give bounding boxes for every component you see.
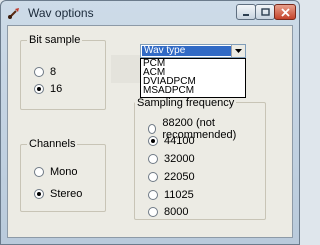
wav-type-dropdown-list: PCM ACM DVIADPCM MSADPCM <box>140 58 246 98</box>
radio-11025-indicator <box>148 190 158 200</box>
freq-32000-radio[interactable]: 32000 <box>148 153 195 165</box>
radio-22050-label: 22050 <box>164 171 195 183</box>
chevron-down-icon[interactable] <box>231 45 245 57</box>
radio-mono-label: Mono <box>50 166 78 178</box>
channels-mono-radio[interactable]: Mono <box>34 166 78 178</box>
channels-label: Channels <box>27 138 78 150</box>
radio-8-indicator <box>34 67 44 77</box>
radio-44100-indicator <box>148 136 158 146</box>
freq-8000-radio[interactable]: 8000 <box>148 206 188 218</box>
channels-group: Channels Mono Stereo <box>20 138 106 212</box>
freq-22050-radio[interactable]: 22050 <box>148 171 195 183</box>
radio-mono-indicator <box>34 167 44 177</box>
radio-32000-indicator <box>148 154 158 164</box>
radio-32000-label: 32000 <box>164 153 195 165</box>
maximize-button[interactable] <box>255 4 275 20</box>
close-button[interactable] <box>274 4 296 20</box>
radio-8000-label: 8000 <box>164 206 189 218</box>
wav-type-selected-value: Wav type <box>142 46 232 56</box>
bit-sample-8-radio[interactable]: 8 <box>34 66 56 78</box>
freq-44100-radio[interactable]: 44100 <box>148 135 195 147</box>
wav-options-window: Wav options Bit sample 8 16 Channels Mon… <box>0 0 300 245</box>
sampling-frequency-group: Sampling frequency 88200 (not recommende… <box>134 97 266 220</box>
bit-sample-16-radio[interactable]: 16 <box>34 83 62 95</box>
radio-stereo-label: Stereo <box>50 188 83 200</box>
radio-88200-indicator <box>148 124 157 134</box>
channels-stereo-radio[interactable]: Stereo <box>34 188 82 200</box>
radio-16-label: 16 <box>50 83 63 95</box>
wav-type-option[interactable]: MSADPCM <box>141 86 245 96</box>
bit-sample-group: Bit sample 8 16 <box>20 34 106 110</box>
radio-16-indicator <box>34 84 44 94</box>
wav-type-select[interactable]: Wav type <box>140 44 246 58</box>
title-bar[interactable]: Wav options <box>1 1 299 25</box>
radio-8000-indicator <box>148 207 158 217</box>
dialog-body: Bit sample 8 16 Channels Mono Stereo Sam… <box>7 25 293 238</box>
sampling-frequency-label: Sampling frequency <box>135 97 237 109</box>
minimize-button[interactable] <box>236 4 256 20</box>
radio-stereo-indicator <box>34 189 44 199</box>
radio-22050-indicator <box>148 172 158 182</box>
radio-8-label: 8 <box>50 66 57 78</box>
app-icon <box>7 6 21 20</box>
window-title: Wav options <box>28 6 94 20</box>
bit-sample-label: Bit sample <box>27 34 83 46</box>
radio-44100-label: 44100 <box>164 135 195 147</box>
radio-11025-label: 11025 <box>164 189 194 201</box>
background-panel <box>111 55 141 83</box>
freq-11025-radio[interactable]: 11025 <box>148 189 194 201</box>
